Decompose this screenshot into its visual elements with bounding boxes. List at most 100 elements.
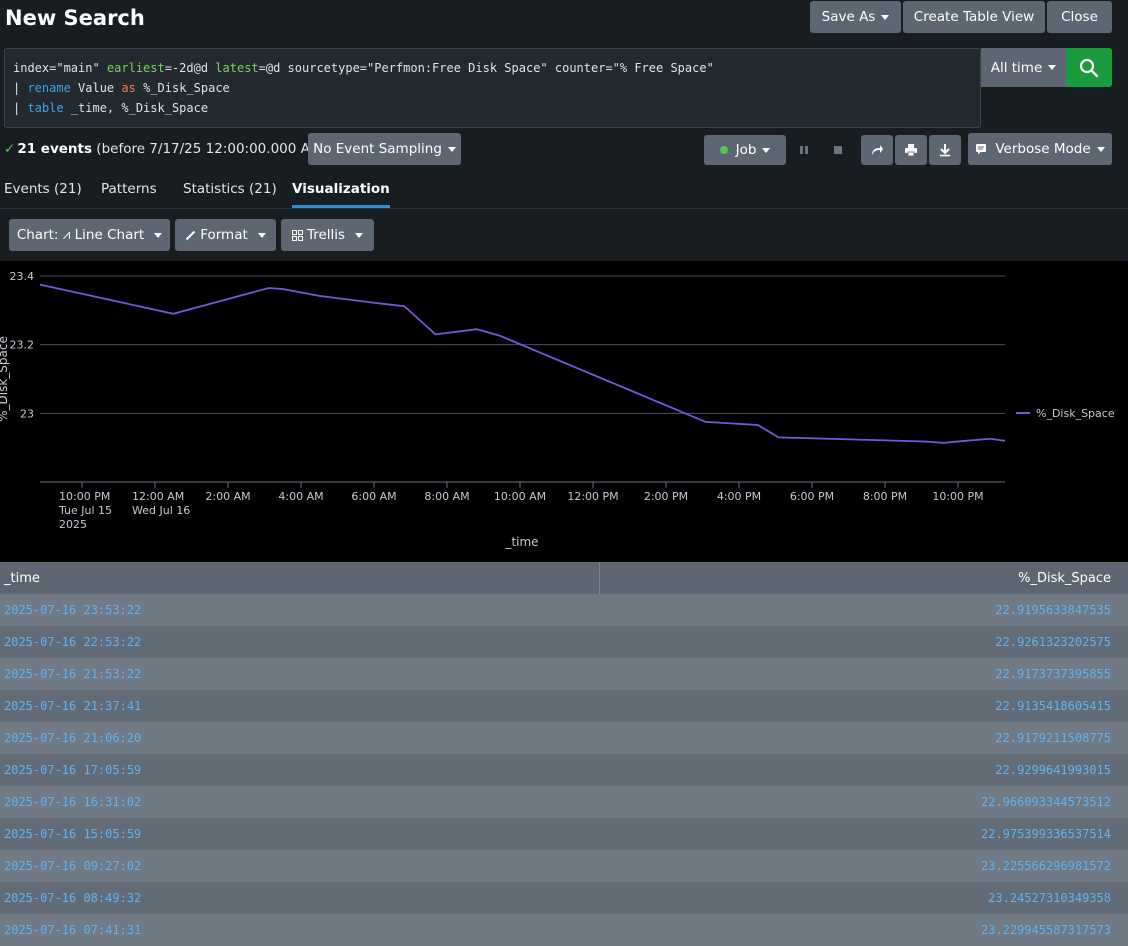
- chart-type-dropdown[interactable]: Chart: ⩘ Line Chart: [9, 219, 170, 251]
- search-mode-dropdown[interactable]: Verbose Mode: [968, 133, 1112, 165]
- table-row[interactable]: 2025-07-16 15:05:59 22.975399336537514: [0, 818, 1128, 850]
- table-row[interactable]: 2025-07-16 09:27:02 23.225566296981572: [0, 850, 1128, 882]
- x-tick-label: 2:00 AM: [205, 490, 250, 503]
- format-label: Format: [200, 227, 248, 243]
- download-icon: [940, 144, 950, 157]
- column-header-time[interactable]: _time: [4, 571, 40, 586]
- cell-disk-space[interactable]: 22.9195633847535: [995, 603, 1111, 617]
- x-tick-label: 6:00 AM: [351, 490, 396, 503]
- x-tick-label: 4:00 PM: [717, 490, 761, 503]
- x-tick-label: 2:00 PM: [644, 490, 688, 503]
- query-line-2: | rename Value as %_Disk_Space: [13, 81, 230, 95]
- share-button[interactable]: [861, 135, 893, 165]
- save-as-button[interactable]: Save As: [810, 1, 901, 33]
- cell-time[interactable]: 2025-07-16 23:53:22: [4, 603, 141, 617]
- y-axis-title: %_Disk_Space: [0, 336, 10, 422]
- cell-disk-space[interactable]: 22.9179211508775: [995, 731, 1111, 745]
- x-tick-label: 12:00 AM: [132, 490, 184, 503]
- table-row[interactable]: 2025-07-16 22:53:22 22.9261323202575: [0, 626, 1128, 658]
- tab-visualization[interactable]: Visualization: [292, 181, 390, 208]
- cell-disk-space[interactable]: 23.24527310349358: [988, 891, 1111, 905]
- cell-time[interactable]: 2025-07-16 21:53:22: [4, 667, 141, 681]
- y-tick-label: 23: [20, 407, 34, 420]
- trellis-dropdown[interactable]: Trellis: [281, 219, 374, 251]
- series-line: [39, 283, 1006, 444]
- job-label: Job: [735, 142, 757, 158]
- cell-disk-space[interactable]: 22.9135418605415: [995, 699, 1111, 713]
- cell-disk-space[interactable]: 23.229945587317573: [981, 923, 1111, 937]
- table-row[interactable]: 2025-07-16 16:31:02 22.966093344573512: [0, 786, 1128, 818]
- cell-time[interactable]: 2025-07-16 09:27:02: [4, 859, 141, 873]
- cell-time[interactable]: 2025-07-16 22:53:22: [4, 635, 141, 649]
- search-icon: [1079, 58, 1099, 77]
- table-header: _time %_Disk_Space: [0, 562, 1128, 594]
- trellis-label: Trellis: [306, 227, 346, 243]
- cell-disk-space[interactable]: 22.975399336537514: [981, 827, 1111, 841]
- table-row[interactable]: 2025-07-16 23:53:22 22.9195633847535: [0, 594, 1128, 626]
- legend-label: %_Disk_Space: [1036, 407, 1115, 420]
- x-tick-label: 12:00 PM: [567, 490, 618, 503]
- cell-time[interactable]: 2025-07-16 08:49:32: [4, 891, 141, 905]
- column-header-disk-space[interactable]: %_Disk_Space: [1018, 571, 1111, 586]
- tab-statistics[interactable]: Statistics (21): [183, 181, 277, 208]
- cell-time[interactable]: 2025-07-16 15:05:59: [4, 827, 141, 841]
- event-sampling-label: No Event Sampling: [313, 141, 442, 157]
- chevron-down-icon: [355, 232, 364, 238]
- table-row[interactable]: 2025-07-16 21:06:20 22.9179211508775: [0, 722, 1128, 754]
- table-row[interactable]: 2025-07-16 21:37:41 22.9135418605415: [0, 690, 1128, 722]
- query-line-3: | table _time, %_Disk_Space: [13, 101, 209, 115]
- pause-icon[interactable]: [797, 143, 811, 157]
- x-tick-label: 8:00 AM: [424, 490, 469, 503]
- table-row[interactable]: 2025-07-16 07:41:31 23.229945587317573: [0, 914, 1128, 946]
- format-dropdown[interactable]: Format: [175, 219, 276, 251]
- search-mode-label: Verbose Mode: [995, 141, 1091, 157]
- mode-icon: [976, 144, 987, 155]
- job-menu-button[interactable]: Job: [704, 135, 786, 165]
- cell-disk-space[interactable]: 22.9299641993015: [995, 763, 1111, 777]
- table-row[interactable]: 2025-07-16 17:05:59 22.9299641993015: [0, 754, 1128, 786]
- cell-time[interactable]: 2025-07-16 21:06:20: [4, 731, 141, 745]
- cell-disk-space[interactable]: 23.225566296981572: [981, 859, 1111, 873]
- event-sampling-dropdown[interactable]: No Event Sampling: [308, 133, 461, 165]
- cell-time[interactable]: 2025-07-16 16:31:02: [4, 795, 141, 809]
- time-range-picker[interactable]: All time: [981, 48, 1066, 87]
- table-row[interactable]: 2025-07-16 08:49:32 23.24527310349358: [0, 882, 1128, 914]
- x-tick-label: 6:00 PM: [790, 490, 834, 503]
- chart-type-label: Chart: ⩘ Line Chart: [16, 227, 145, 243]
- page-title: New Search: [5, 6, 145, 30]
- x-tick-sublabel: Wed Jul 16: [132, 504, 190, 517]
- top-bar: New Search Save As Create Table View Clo…: [0, 0, 1128, 44]
- close-button[interactable]: Close: [1047, 1, 1112, 33]
- tab-patterns[interactable]: Patterns: [101, 181, 157, 208]
- x-tick-label: 8:00 PM: [863, 490, 907, 503]
- cell-time[interactable]: 2025-07-16 07:41:31: [4, 923, 141, 937]
- cell-disk-space[interactable]: 22.9173737395855: [995, 667, 1111, 681]
- chevron-down-icon: [762, 147, 771, 153]
- create-table-view-button[interactable]: Create Table View: [903, 1, 1045, 33]
- x-tick-sublabel: Tue Jul 15: [58, 504, 112, 517]
- brush-icon: [185, 230, 196, 240]
- search-query-input[interactable]: index="main" earliest=-2d@d latest=@d so…: [4, 48, 981, 128]
- x-tick-label: 10:00 AM: [494, 490, 546, 503]
- print-icon: [905, 144, 917, 157]
- print-button[interactable]: [895, 135, 927, 165]
- visualization-toolbar: Chart: ⩘ Line Chart Format Trellis: [0, 210, 1128, 261]
- cell-disk-space[interactable]: 22.9261323202575: [995, 635, 1111, 649]
- search-button[interactable]: [1066, 48, 1112, 87]
- export-button[interactable]: [929, 135, 961, 165]
- tab-events[interactable]: Events (21): [4, 181, 82, 208]
- chevron-down-icon: [1048, 65, 1057, 70]
- check-icon: ✓: [4, 141, 16, 157]
- table-row[interactable]: 2025-07-16 21:53:22 22.9173737395855: [0, 658, 1128, 690]
- cell-time[interactable]: 2025-07-16 21:37:41: [4, 699, 141, 713]
- cell-disk-space[interactable]: 22.966093344573512: [981, 795, 1111, 809]
- events-status: ✓ 21 events (before 7/17/25 12:00:00.000 …: [4, 141, 327, 157]
- x-tick-year-label: 2025: [59, 518, 87, 531]
- chevron-down-icon: [447, 146, 456, 152]
- line-chart: 23 23.2 23.4 10:00 PM Tue Jul 15 2025 12:00 AM…: [0, 261, 1128, 562]
- time-range-label: All time: [990, 59, 1043, 76]
- cell-time[interactable]: 2025-07-16 17:05:59: [4, 763, 141, 777]
- share-icon: [872, 145, 883, 155]
- stop-icon[interactable]: [831, 143, 845, 157]
- chevron-down-icon: [257, 232, 266, 238]
